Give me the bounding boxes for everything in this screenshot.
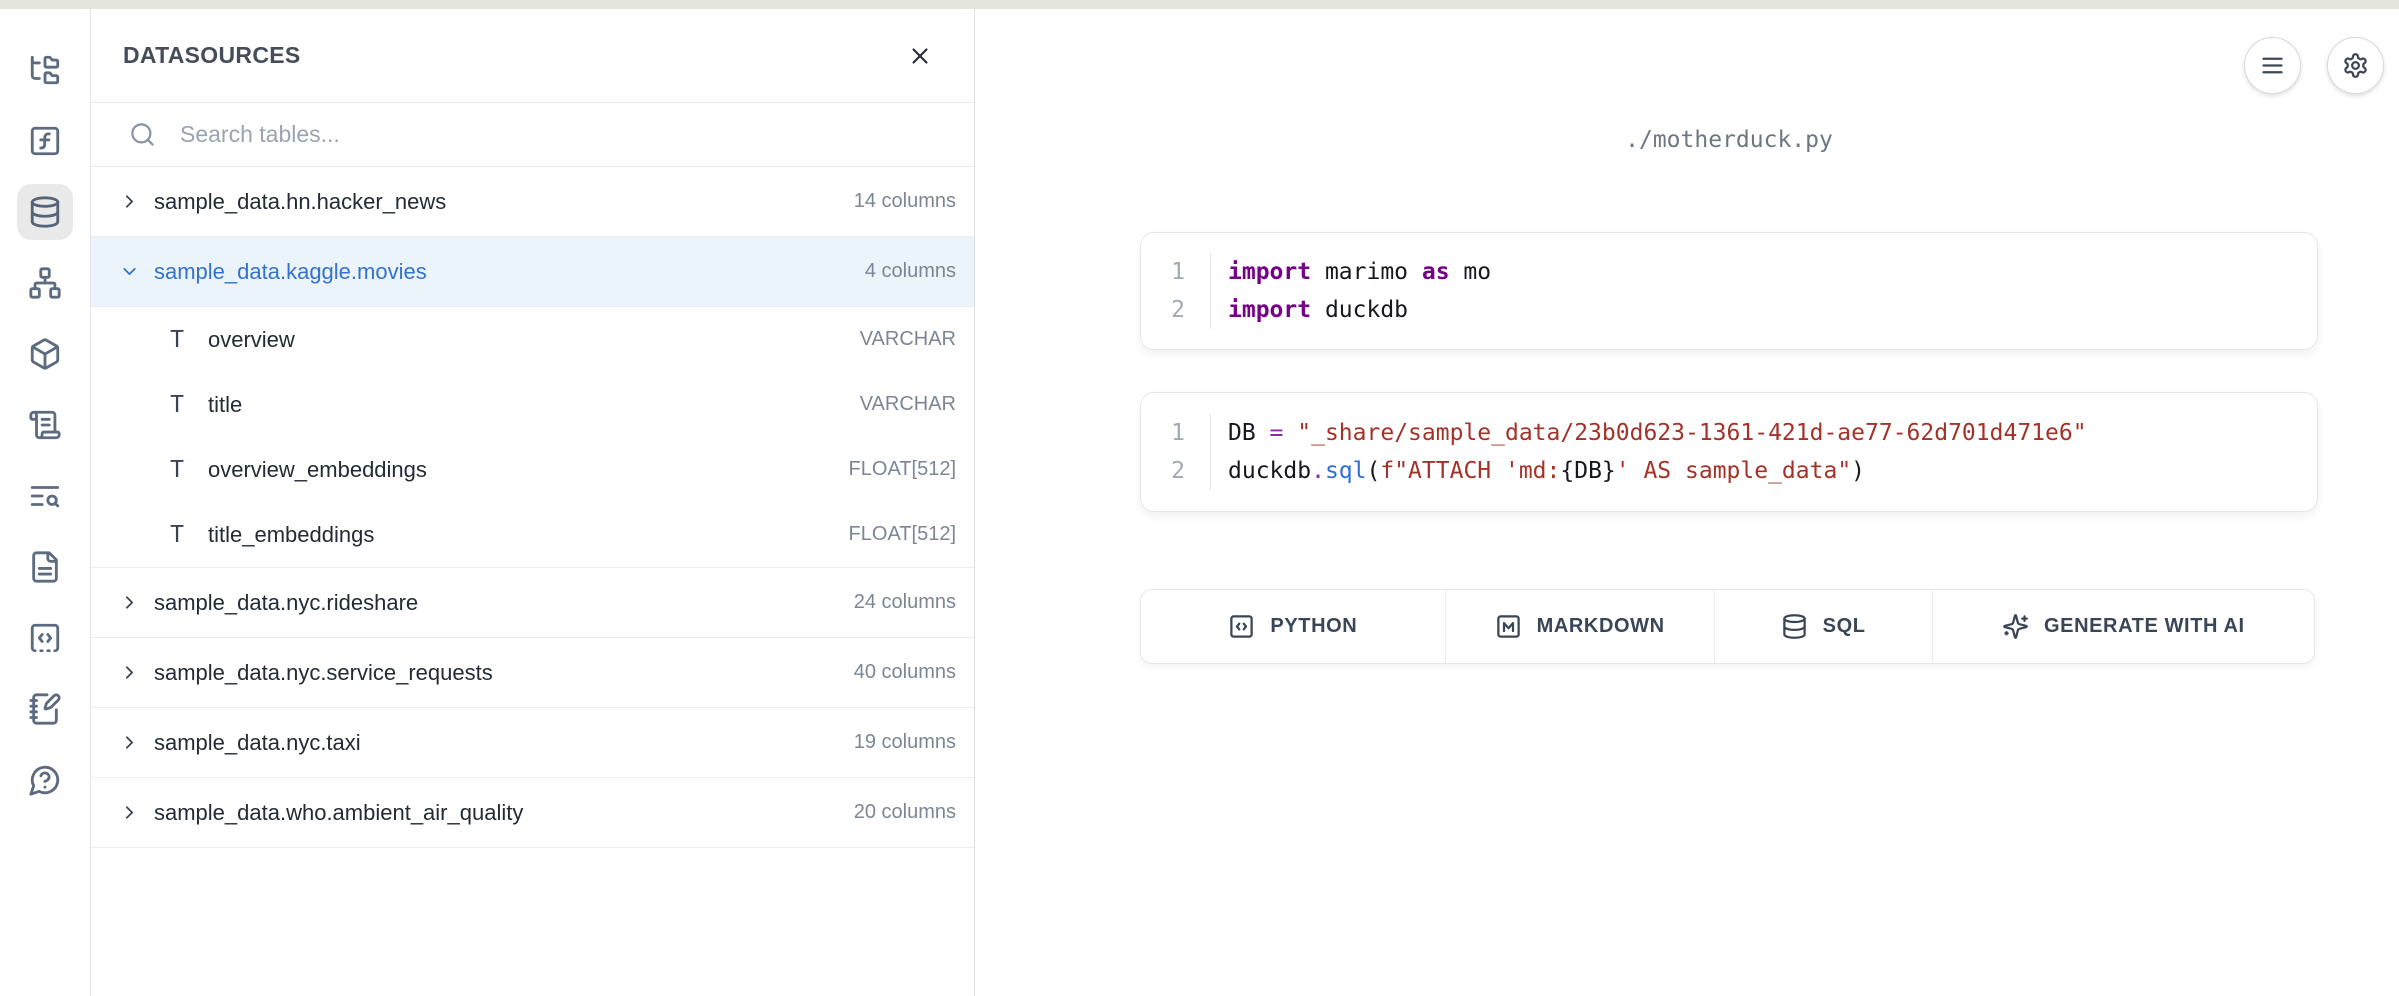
columns-group: T overview VARCHAR T title VARCHAR T ove…	[91, 307, 974, 568]
table-row[interactable]: sample_data.kaggle.movies 4 columns	[91, 237, 974, 307]
datasources-panel-header: DATASOURCES	[91, 9, 974, 103]
column-row[interactable]: T title VARCHAR	[91, 372, 974, 437]
database-icon	[1781, 613, 1808, 640]
search-tables-input[interactable]	[178, 120, 950, 149]
scratchpad-icon[interactable]	[17, 681, 73, 737]
column-row[interactable]: T overview_embeddings FLOAT[512]	[91, 437, 974, 502]
app-root: DATASOURCES sample_data.hn.hacker_news 1…	[0, 9, 2399, 996]
table-name: sample_data.who.ambient_air_quality	[154, 800, 840, 826]
search-row	[91, 103, 974, 167]
column-name: overview_embeddings	[208, 457, 829, 483]
document-icon[interactable]	[17, 539, 73, 595]
window-top-strip	[0, 0, 2399, 9]
table-name: sample_data.nyc.taxi	[154, 730, 840, 756]
add-markdown-cell-button[interactable]: MARKDOWN	[1446, 590, 1715, 663]
table-row[interactable]: sample_data.nyc.service_requests 40 colu…	[91, 638, 974, 708]
table-name: sample_data.kaggle.movies	[154, 259, 851, 285]
chevron-icon	[119, 732, 140, 753]
file-tree-icon[interactable]	[17, 42, 73, 98]
add-sql-label: SQL	[1823, 615, 1866, 638]
code-cell[interactable]: 12 import marimo as moimport duckdb	[1140, 232, 2318, 350]
column-name: title_embeddings	[208, 522, 829, 548]
table-row[interactable]: sample_data.hn.hacker_news 14 columns	[91, 167, 974, 237]
table-row[interactable]: sample_data.nyc.taxi 19 columns	[91, 708, 974, 778]
notebook-column: ./motherduck.py 12 import marimo as moim…	[1140, 9, 2318, 664]
close-icon[interactable]	[907, 43, 933, 69]
varchar-type-icon: T	[166, 327, 188, 353]
database-icon[interactable]	[17, 184, 73, 240]
notebook-main: ./motherduck.py 12 import marimo as moim…	[975, 9, 2399, 996]
line-numbers: 12	[1141, 253, 1210, 329]
tables-list: sample_data.hn.hacker_news 14 columns sa…	[91, 167, 974, 996]
code-editor[interactable]: import marimo as moimport duckdb	[1210, 253, 2317, 329]
column-type: VARCHAR	[860, 393, 956, 416]
help-chat-icon[interactable]	[17, 752, 73, 808]
table-column-count: 20 columns	[854, 801, 956, 824]
package-icon[interactable]	[17, 326, 73, 382]
code-editor[interactable]: DB = "_share/sample_data/23b0d623-1361-4…	[1210, 414, 2317, 490]
column-name: title	[208, 392, 840, 418]
dependency-graph-icon[interactable]	[17, 255, 73, 311]
table-column-count: 40 columns	[854, 661, 956, 684]
table-column-count: 4 columns	[865, 260, 956, 283]
add-python-cell-button[interactable]: PYTHON	[1141, 590, 1446, 663]
table-column-count: 19 columns	[854, 731, 956, 754]
panel-title: DATASOURCES	[123, 42, 301, 69]
scroll-logs-icon[interactable]	[17, 397, 73, 453]
search-icon	[129, 121, 156, 148]
code-cell[interactable]: 12 DB = "_share/sample_data/23b0d623-136…	[1140, 392, 2318, 512]
settings-gear-icon[interactable]	[2327, 37, 2384, 94]
add-python-label: PYTHON	[1270, 615, 1357, 638]
datasources-panel: DATASOURCES sample_data.hn.hacker_news 1…	[91, 9, 975, 996]
table-name: sample_data.nyc.rideshare	[154, 590, 840, 616]
column-name: overview	[208, 327, 840, 353]
sparkles-icon	[2002, 613, 2029, 640]
notebook-filename[interactable]: ./motherduck.py	[1140, 125, 2318, 155]
left-icon-rail	[0, 9, 91, 996]
code-square-icon	[1228, 613, 1255, 640]
chevron-icon	[119, 191, 140, 212]
column-type: VARCHAR	[860, 328, 956, 351]
line-numbers: 12	[1141, 414, 1210, 490]
table-row[interactable]: sample_data.who.ambient_air_quality 20 c…	[91, 778, 974, 848]
varchar-type-icon: T	[166, 457, 188, 483]
snippets-code-icon[interactable]	[17, 610, 73, 666]
add-cell-bar: PYTHON MARKDOWN SQL GENERATE WITH AI	[1140, 589, 2315, 664]
chevron-icon	[119, 261, 140, 282]
generate-with-ai-label: GENERATE WITH AI	[2044, 615, 2245, 638]
markdown-square-icon	[1495, 613, 1522, 640]
add-sql-cell-button[interactable]: SQL	[1715, 590, 1933, 663]
table-column-count: 24 columns	[854, 591, 956, 614]
column-row[interactable]: T overview VARCHAR	[91, 307, 974, 372]
table-column-count: 14 columns	[854, 190, 956, 213]
chevron-icon	[119, 592, 140, 613]
chevron-icon	[119, 802, 140, 823]
chevron-icon	[119, 662, 140, 683]
column-type: FLOAT[512]	[849, 523, 956, 546]
function-square-icon[interactable]	[17, 113, 73, 169]
table-row[interactable]: sample_data.nyc.rideshare 24 columns	[91, 568, 974, 638]
list-search-icon[interactable]	[17, 468, 73, 524]
generate-with-ai-button[interactable]: GENERATE WITH AI	[1933, 590, 2314, 663]
add-markdown-label: MARKDOWN	[1537, 615, 1665, 638]
column-row[interactable]: T title_embeddings FLOAT[512]	[91, 502, 974, 567]
varchar-type-icon: T	[166, 392, 188, 418]
varchar-type-icon: T	[166, 522, 188, 548]
table-name: sample_data.hn.hacker_news	[154, 189, 840, 215]
column-type: FLOAT[512]	[849, 458, 956, 481]
table-name: sample_data.nyc.service_requests	[154, 660, 840, 686]
